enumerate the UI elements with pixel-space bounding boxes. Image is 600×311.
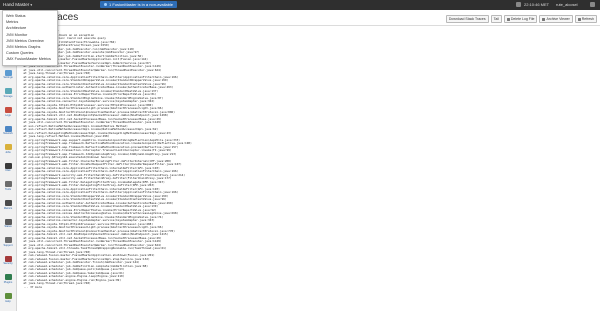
chevron-down-icon: ▾ xyxy=(30,3,33,7)
time-text: 22:10:46 MET xyxy=(524,2,550,7)
sidebar-item[interactable]: Storage xyxy=(2,88,14,98)
toolbar-button-label: Download Stack Traces xyxy=(448,17,486,21)
app-name: Hand Master xyxy=(3,2,30,7)
sidebar-icon xyxy=(4,107,12,113)
sidebar-item[interactable]: Plugins xyxy=(2,274,14,284)
sidebar-item[interactable]: Settings xyxy=(2,69,14,80)
sidebar-icon xyxy=(4,125,12,132)
sidebar-icon xyxy=(4,200,12,206)
sidebar-item[interactable]: Tools xyxy=(2,181,14,191)
sidebar-item-label: Plugins xyxy=(3,280,13,284)
sidebar-item[interactable]: Disk xyxy=(2,162,14,173)
sidebar-item-label: Security xyxy=(3,262,13,266)
toolbar-button-icon xyxy=(542,17,546,21)
archive-viewer-button[interactable]: Archive Viewer xyxy=(539,15,573,23)
top-bar: Hand Master▾ 1 FusionMaster is in a non-… xyxy=(0,0,600,10)
toolbar-button-icon xyxy=(577,17,581,21)
sidebar-item-label: Status xyxy=(4,225,12,229)
tail-button[interactable]: Tail xyxy=(490,15,502,23)
sidebar-icon xyxy=(4,88,12,95)
toolbar: Download Stack Traces Tail Delete Log File… xyxy=(445,15,597,23)
toolbar-button-label: Refresh xyxy=(581,17,594,21)
toolbar-button-icon xyxy=(506,17,510,21)
sidebar-icon xyxy=(4,69,12,76)
sidebar-item-label: Help xyxy=(5,299,11,303)
sidebar-item[interactable]: Help xyxy=(2,293,14,303)
sidebar-icon xyxy=(4,144,12,151)
delete-log-file-button[interactable]: Delete Log File xyxy=(503,15,538,23)
sidebar-item[interactable]: Status xyxy=(2,218,14,229)
sidebar-icon xyxy=(4,293,12,299)
download-stack-traces-button[interactable]: Download Stack Traces xyxy=(445,15,489,23)
status-pill-text: 1 FusionMaster is in a non-available xyxy=(109,2,174,7)
user-text[interactable]: rute_alcosel xyxy=(556,1,578,8)
sidebar-item-label: Disk xyxy=(5,169,11,173)
sidebar-item[interactable]: Metrics xyxy=(2,200,14,210)
status-dot-icon xyxy=(104,3,107,6)
sidebar-icon xyxy=(4,218,12,225)
status-pill[interactable]: 1 FusionMaster is in a non-available xyxy=(100,1,178,8)
dropdown-item[interactable]: JMX FusionMaster Metrics xyxy=(6,57,51,62)
sidebar-item-label: Metrics xyxy=(3,206,13,210)
refresh-button[interactable]: Refresh xyxy=(574,15,597,23)
app-dropdown-menu: Web Status Metrics Architecture JVM Monitor… xyxy=(2,10,58,66)
dropdown-item[interactable]: JVM Metrics Overview xyxy=(6,39,44,44)
sidebar-item-label: Storage xyxy=(3,94,13,98)
sidebar-item[interactable]: Security xyxy=(2,255,14,266)
bell-icon[interactable] xyxy=(516,2,521,7)
sidebar-icon xyxy=(4,181,12,188)
toolbar-button-label: Archive Viewer xyxy=(546,17,570,21)
dropdown-item[interactable]: JVM Metrics Graphs xyxy=(6,45,40,50)
toolbar-button-label: Tail xyxy=(493,17,499,21)
sidebar-item-label: Logs xyxy=(5,113,11,117)
divider xyxy=(18,25,600,26)
sidebar-item[interactable]: Logs xyxy=(2,107,14,117)
dropdown-item[interactable]: Custom Queries xyxy=(6,51,33,56)
sidebar-icon xyxy=(4,255,12,262)
dropdown-item[interactable]: Architecture xyxy=(6,26,26,31)
sidebar-icon xyxy=(4,162,12,169)
dropdown-item[interactable]: Metrics xyxy=(6,20,18,25)
power-icon[interactable] xyxy=(590,2,595,7)
stack-trace-line: ... 37 more xyxy=(20,284,42,289)
sidebar-item[interactable]: Support xyxy=(2,237,14,247)
toolbar-button-label: Delete Log File xyxy=(510,17,535,21)
dropdown-item[interactable]: Web Status xyxy=(6,14,26,19)
dropdown-item[interactable]: JVM Monitor xyxy=(6,33,27,38)
sidebar-item-label: Jobs xyxy=(5,150,11,154)
sidebar-icon xyxy=(4,274,12,281)
sidebar-item[interactable]: Network xyxy=(2,125,14,136)
sidebar-item-label: Network xyxy=(3,132,13,136)
sidebar-item-label: Tools xyxy=(4,187,12,191)
sidebar-item-label: Settings xyxy=(3,76,13,80)
sidebar-item-label: Support xyxy=(3,243,13,247)
stack-trace-text: 2018/05/05 13:40:08 METJDBC Transaction … xyxy=(20,29,580,289)
sidebar-item[interactable]: Jobs xyxy=(2,144,14,154)
app-menu-button[interactable]: Hand Master▾ xyxy=(3,1,32,9)
sidebar-icon xyxy=(4,237,12,244)
